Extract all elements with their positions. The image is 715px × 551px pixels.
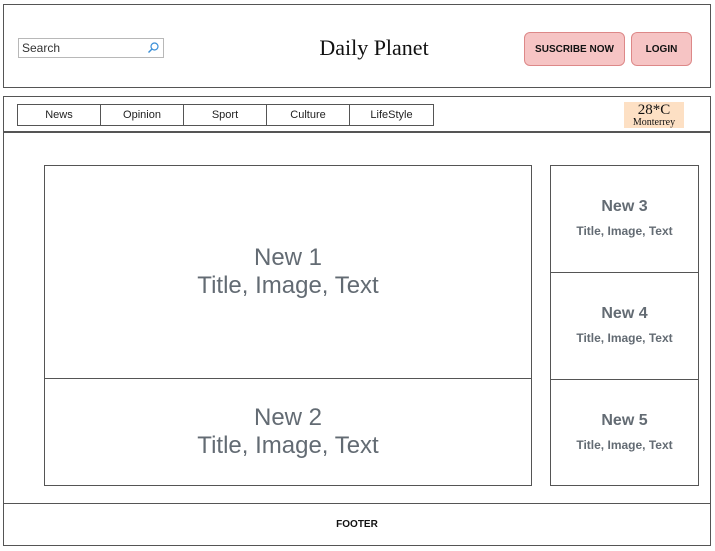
news-card-4[interactable]: New 4 Title, Image, Text [550, 272, 699, 380]
subscribe-button[interactable]: SUSCRIBE NOW [524, 32, 625, 66]
login-button[interactable]: LOGIN [631, 32, 692, 66]
news-title: New 1 [253, 244, 323, 271]
news-card-5[interactable]: New 5 Title, Image, Text [550, 379, 699, 486]
main-content: New 1 Title, Image, Text New 2 Title, Im… [3, 132, 711, 504]
site-title: Daily Planet [319, 35, 429, 60]
news-card-3[interactable]: New 3 Title, Image, Text [550, 165, 699, 273]
tab-opinion[interactable]: Opinion [101, 105, 184, 125]
news-subtitle: Title, Image, Text [576, 331, 673, 345]
site-header: Daily Planet SUSCRIBE NOW LOGIN [3, 4, 711, 88]
news-title: New 3 [601, 198, 648, 215]
nav-tabs: News Opinion Sport Culture LifeStyle [17, 104, 434, 126]
weather-city: Monterrey [632, 117, 676, 128]
news-subtitle: Title, Image, Text [576, 224, 673, 238]
news-title: New 2 [253, 404, 323, 431]
news-subtitle: Title, Image, Text [576, 437, 673, 452]
news-title: New 5 [601, 411, 648, 429]
search-box[interactable] [18, 38, 164, 58]
news-subtitle: Title, Image, Text [197, 432, 379, 459]
weather-widget: 28*C Monterrey [624, 102, 684, 128]
tab-lifestyle[interactable]: LifeStyle [350, 105, 433, 125]
tab-culture[interactable]: Culture [267, 105, 350, 125]
search-input[interactable] [19, 39, 142, 57]
tab-news[interactable]: News [18, 105, 101, 125]
site-footer: FOOTER [3, 503, 711, 546]
news-card-2[interactable]: New 2 Title, Image, Text [44, 378, 532, 486]
news-card-1[interactable]: New 1 Title, Image, Text [44, 165, 532, 379]
nav-bar: News Opinion Sport Culture LifeStyle 28*… [3, 96, 711, 132]
news-subtitle: Title, Image, Text [197, 272, 379, 299]
weather-temperature: 28*C [637, 102, 671, 118]
search-icon[interactable] [146, 41, 160, 55]
tab-sport[interactable]: Sport [184, 105, 267, 125]
news-title: New 4 [601, 305, 648, 322]
footer-label: FOOTER [336, 519, 378, 530]
